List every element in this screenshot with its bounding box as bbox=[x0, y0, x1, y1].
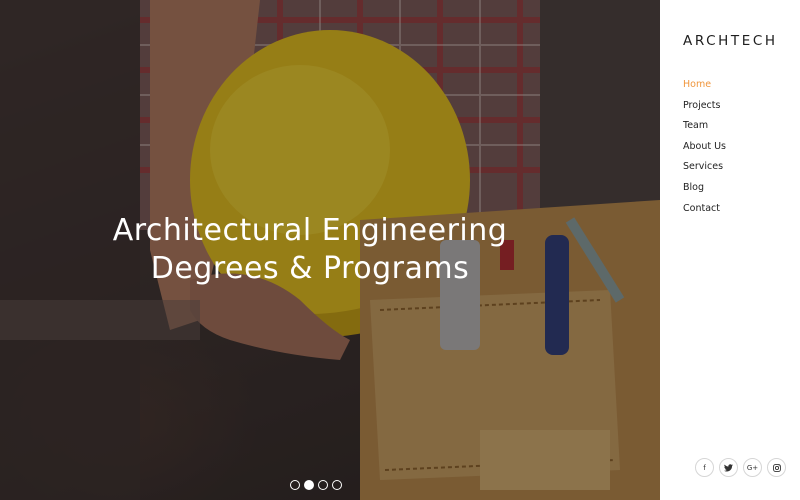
google-plus-icon[interactable]: G+ bbox=[743, 458, 762, 477]
hero-title-line-2: Degrees & Programs bbox=[150, 251, 470, 286]
nav-item-about-us[interactable]: About Us bbox=[683, 140, 726, 161]
slider-dot-3[interactable] bbox=[318, 480, 328, 490]
slider-dot-1[interactable] bbox=[290, 480, 300, 490]
site-logo[interactable]: ARCHTECH bbox=[683, 33, 778, 49]
twitter-bird-glyph bbox=[724, 463, 733, 472]
instagram-glyph bbox=[772, 463, 781, 472]
slider-dot-4[interactable] bbox=[332, 480, 342, 490]
main-nav: Home Projects Team About Us Services Blo… bbox=[683, 78, 726, 222]
sidebar: ARCHTECH Home Projects Team About Us Ser… bbox=[660, 0, 800, 500]
hero-title-line-1: Architectural Engineering bbox=[112, 213, 508, 248]
nav-item-projects[interactable]: Projects bbox=[683, 99, 726, 120]
hero-slider: Architectural Engineering Degrees & Prog… bbox=[0, 0, 660, 500]
facebook-icon[interactable]: f bbox=[695, 458, 714, 477]
instagram-icon[interactable] bbox=[767, 458, 786, 477]
nav-item-team[interactable]: Team bbox=[683, 119, 726, 140]
nav-item-contact[interactable]: Contact bbox=[683, 202, 726, 223]
nav-item-blog[interactable]: Blog bbox=[683, 181, 726, 202]
nav-item-home[interactable]: Home bbox=[683, 78, 726, 99]
slider-dot-2[interactable] bbox=[304, 480, 314, 490]
slider-pagination bbox=[290, 480, 342, 490]
nav-item-services[interactable]: Services bbox=[683, 160, 726, 181]
hero-title: Architectural Engineering Degrees & Prog… bbox=[0, 212, 620, 288]
twitter-icon[interactable] bbox=[719, 458, 738, 477]
social-links: f G+ bbox=[695, 458, 786, 477]
